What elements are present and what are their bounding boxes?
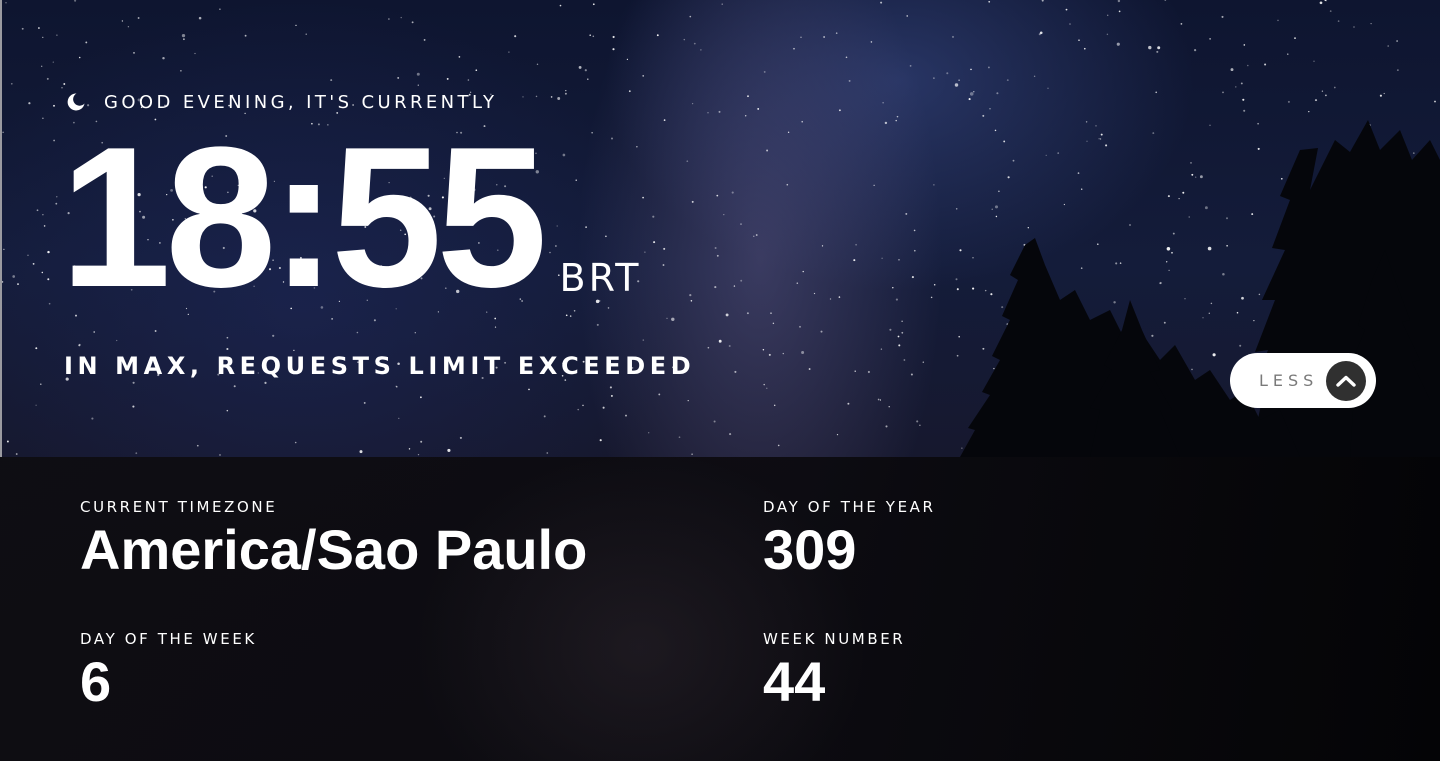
clock-app: GOOD EVENING, IT'S CURRENTLY 18:55 BRT I… (0, 0, 1440, 761)
timezone-abbreviation: BRT (559, 256, 642, 300)
location-text: IN MAX, REQUESTS LIMIT EXCEEDED (64, 352, 696, 380)
week-number-value: 44 (763, 650, 826, 713)
day-of-week-label: DAY OF THE WEEK (80, 630, 257, 648)
details-panel: CURRENT TIMEZONE America/Sao Paulo DAY O… (0, 457, 1440, 761)
timezone-label: CURRENT TIMEZONE (80, 498, 278, 516)
day-of-week-info: DAY OF THE WEEK 6 (80, 630, 257, 712)
day-of-week-value: 6 (80, 650, 112, 713)
day-of-year-info: DAY OF THE YEAR 309 (763, 498, 936, 580)
less-toggle-button[interactable]: LESS (1230, 353, 1376, 408)
timezone-info: CURRENT TIMEZONE America/Sao Paulo (80, 498, 587, 580)
week-number-info: WEEK NUMBER 44 (763, 630, 905, 712)
timezone-value: America/Sao Paulo (80, 518, 588, 581)
week-number-label: WEEK NUMBER (763, 630, 906, 648)
chevron-up-icon[interactable] (1326, 361, 1366, 401)
clock-display: 18:55 BRT (60, 118, 641, 318)
day-of-year-value: 309 (763, 518, 857, 581)
current-time: 18:55 (60, 106, 548, 329)
toggle-label: LESS (1259, 371, 1319, 390)
day-of-year-label: DAY OF THE YEAR (763, 498, 936, 516)
left-edge-line (0, 0, 2, 457)
